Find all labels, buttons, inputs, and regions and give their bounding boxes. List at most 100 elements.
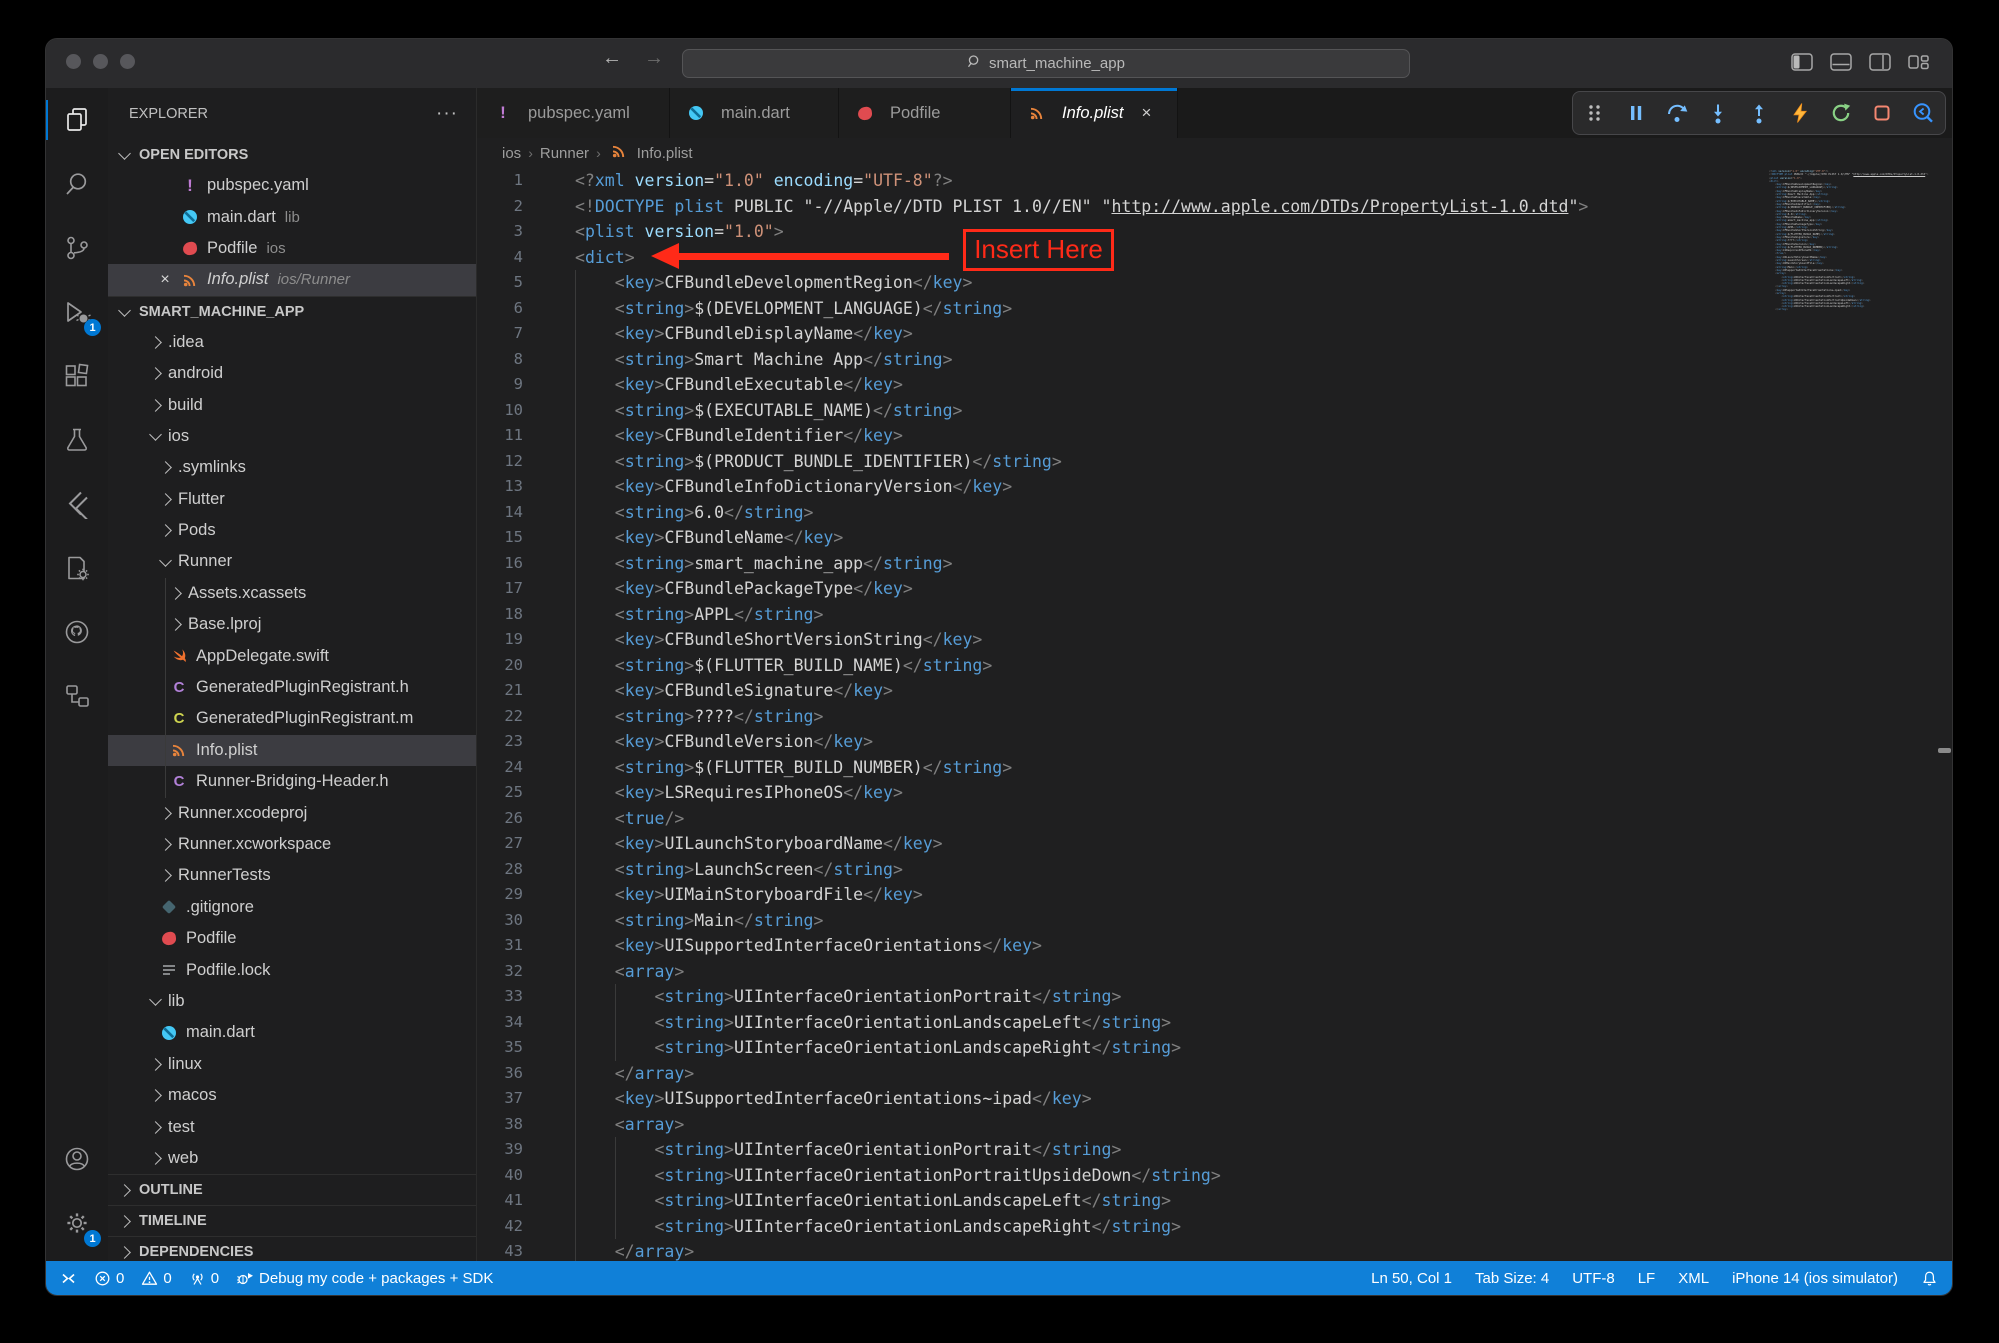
line-number-19[interactable]: 19 [477, 627, 545, 653]
code-line-41[interactable]: <string>UIInterfaceOrientationLandscapeL… [575, 1188, 1782, 1214]
section-header-timeline[interactable]: TIMELINE [108, 1205, 476, 1236]
code-line-6[interactable]: <string>$(DEVELOPMENT_LANGUAGE)</string> [575, 296, 1782, 322]
pause-icon[interactable] [1624, 101, 1648, 125]
status-item-device-selector[interactable]: iPhone 14 (ios simulator) [1732, 1270, 1898, 1287]
status-item-debug-config[interactable]: Debug my code + packages + SDK [236, 1270, 493, 1287]
code-line-21[interactable]: <key>CFBundleSignature</key> [575, 678, 1782, 704]
line-number-39[interactable]: 39 [477, 1137, 545, 1163]
line-number-31[interactable]: 31 [477, 933, 545, 959]
tree-item-macos[interactable]: macos [108, 1080, 476, 1111]
tree-item-Runner.xcworkspace[interactable]: Runner.xcworkspace [108, 829, 476, 860]
status-item-remote[interactable] [60, 1270, 77, 1287]
line-number-38[interactable]: 38 [477, 1112, 545, 1138]
code-line-40[interactable]: <string>UIInterfaceOrientationPortraitUp… [575, 1163, 1782, 1189]
code-line-5[interactable]: <key>CFBundleDevelopmentRegion</key> [575, 270, 1782, 296]
line-number-21[interactable]: 21 [477, 678, 545, 704]
code-line-3[interactable]: <plist version="1.0"> [575, 219, 1782, 245]
tree-item-web[interactable]: web [108, 1143, 476, 1174]
tree-item-Flutter[interactable]: Flutter [108, 484, 476, 515]
tree-item-.symlinks[interactable]: .symlinks [108, 452, 476, 483]
open-editor-Podfile[interactable]: Podfileios [108, 233, 476, 264]
line-number-36[interactable]: 36 [477, 1061, 545, 1087]
code-line-8[interactable]: <string>Smart Machine App</string> [575, 347, 1782, 373]
line-number-32[interactable]: 32 [477, 959, 545, 985]
code-line-12[interactable]: <string>$(PRODUCT_BUNDLE_IDENTIFIER)</st… [575, 449, 1782, 475]
line-number-8[interactable]: 8 [477, 347, 545, 373]
line-number-37[interactable]: 37 [477, 1086, 545, 1112]
line-number-22[interactable]: 22 [477, 704, 545, 730]
command-center[interactable]: smart_machine_app [682, 49, 1410, 78]
tree-item-lib[interactable]: lib [108, 986, 476, 1017]
code-line-14[interactable]: <string>6.0</string> [575, 500, 1782, 526]
line-number-29[interactable]: 29 [477, 882, 545, 908]
code-line-28[interactable]: <string>LaunchScreen</string> [575, 857, 1782, 883]
activity-item-testing[interactable] [46, 408, 108, 472]
line-number-5[interactable]: 5 [477, 270, 545, 296]
tree-item-Info.plist[interactable]: Info.plist [108, 735, 476, 766]
toggle-panel-icon[interactable] [1830, 53, 1852, 71]
restart-icon[interactable] [1829, 101, 1853, 125]
tree-item-Assets.xcassets[interactable]: Assets.xcassets [108, 578, 476, 609]
line-number-3[interactable]: 3 [477, 219, 545, 245]
line-number-9[interactable]: 9 [477, 372, 545, 398]
project-root-header[interactable]: SMART_MACHINE_APP [108, 296, 476, 327]
line-number-14[interactable]: 14 [477, 500, 545, 526]
code-line-20[interactable]: <string>$(FLUTTER_BUILD_NAME)</string> [575, 653, 1782, 679]
code-line-24[interactable]: <string>$(FLUTTER_BUILD_NUMBER)</string> [575, 755, 1782, 781]
tree-item-android[interactable]: android [108, 358, 476, 389]
code-line-29[interactable]: <key>UIMainStoryboardFile</key> [575, 882, 1782, 908]
close-editor-button[interactable]: × [152, 271, 178, 289]
status-item-errors[interactable]: 0 [94, 1270, 124, 1287]
code-line-19[interactable]: <key>CFBundleShortVersionString</key> [575, 627, 1782, 653]
line-number-30[interactable]: 30 [477, 908, 545, 934]
minimize-button[interactable] [93, 54, 108, 69]
code-line-42[interactable]: <string>UIInterfaceOrientationLandscapeR… [575, 1214, 1782, 1240]
code-line-7[interactable]: <key>CFBundleDisplayName</key> [575, 321, 1782, 347]
tree-item-Runner-Bridging-Header.h[interactable]: CRunner-Bridging-Header.h [108, 766, 476, 797]
code-line-27[interactable]: <key>UILaunchStoryboardName</key> [575, 831, 1782, 857]
tree-item-Runner.xcodeproj[interactable]: Runner.xcodeproj [108, 797, 476, 828]
tree-item-Podfile.lock[interactable]: Podfile.lock [108, 954, 476, 985]
code-line-11[interactable]: <key>CFBundleIdentifier</key> [575, 423, 1782, 449]
activity-item-github[interactable] [46, 600, 108, 664]
code-line-35[interactable]: <string>UIInterfaceOrientationLandscapeR… [575, 1035, 1782, 1061]
step-over-icon[interactable] [1665, 101, 1689, 125]
code-editor[interactable]: 1234567891011121314151617181920212223242… [477, 168, 1952, 1261]
code-line-10[interactable]: <string>$(EXECUTABLE_NAME)</string> [575, 398, 1782, 424]
scrollbar-handle[interactable] [1938, 748, 1951, 753]
line-number-7[interactable]: 7 [477, 321, 545, 347]
line-number-20[interactable]: 20 [477, 653, 545, 679]
line-number-27[interactable]: 27 [477, 831, 545, 857]
toggle-secondary-sidebar-icon[interactable] [1869, 53, 1891, 71]
line-number-24[interactable]: 24 [477, 755, 545, 781]
line-number-25[interactable]: 25 [477, 780, 545, 806]
line-number-16[interactable]: 16 [477, 551, 545, 577]
tree-item-main.dart[interactable]: main.dart [108, 1017, 476, 1048]
open-editor-main.dart[interactable]: main.dartlib [108, 201, 476, 232]
more-actions-button[interactable]: ··· [436, 103, 458, 125]
code-line-39[interactable]: <string>UIInterfaceOrientationPortrait</… [575, 1137, 1782, 1163]
line-number-26[interactable]: 26 [477, 806, 545, 832]
line-number-11[interactable]: 11 [477, 423, 545, 449]
line-number-6[interactable]: 6 [477, 296, 545, 322]
status-item-ports[interactable]: 0 [189, 1270, 219, 1287]
activity-item-flutter[interactable] [46, 472, 108, 536]
step-into-icon[interactable] [1706, 101, 1730, 125]
back-button[interactable]: ← [602, 47, 622, 70]
tree-item-.gitignore[interactable]: .gitignore [108, 892, 476, 923]
stop-icon[interactable] [1870, 101, 1894, 125]
line-number-33[interactable]: 33 [477, 984, 545, 1010]
activity-item-explorer[interactable] [46, 88, 108, 152]
code-line-37[interactable]: <key>UISupportedInterfaceOrientations~ip… [575, 1086, 1782, 1112]
forward-button[interactable]: → [644, 47, 664, 70]
tree-item-Podfile[interactable]: Podfile [108, 923, 476, 954]
activity-item-search[interactable] [46, 152, 108, 216]
activity-item-project-config[interactable] [46, 536, 108, 600]
section-header-outline[interactable]: OUTLINE [108, 1174, 476, 1205]
customize-layout-icon[interactable] [1908, 53, 1930, 71]
line-number-18[interactable]: 18 [477, 602, 545, 628]
line-number-41[interactable]: 41 [477, 1188, 545, 1214]
line-number-35[interactable]: 35 [477, 1035, 545, 1061]
tree-item-GeneratedPluginRegistrant.h[interactable]: CGeneratedPluginRegistrant.h [108, 672, 476, 703]
line-number-12[interactable]: 12 [477, 449, 545, 475]
